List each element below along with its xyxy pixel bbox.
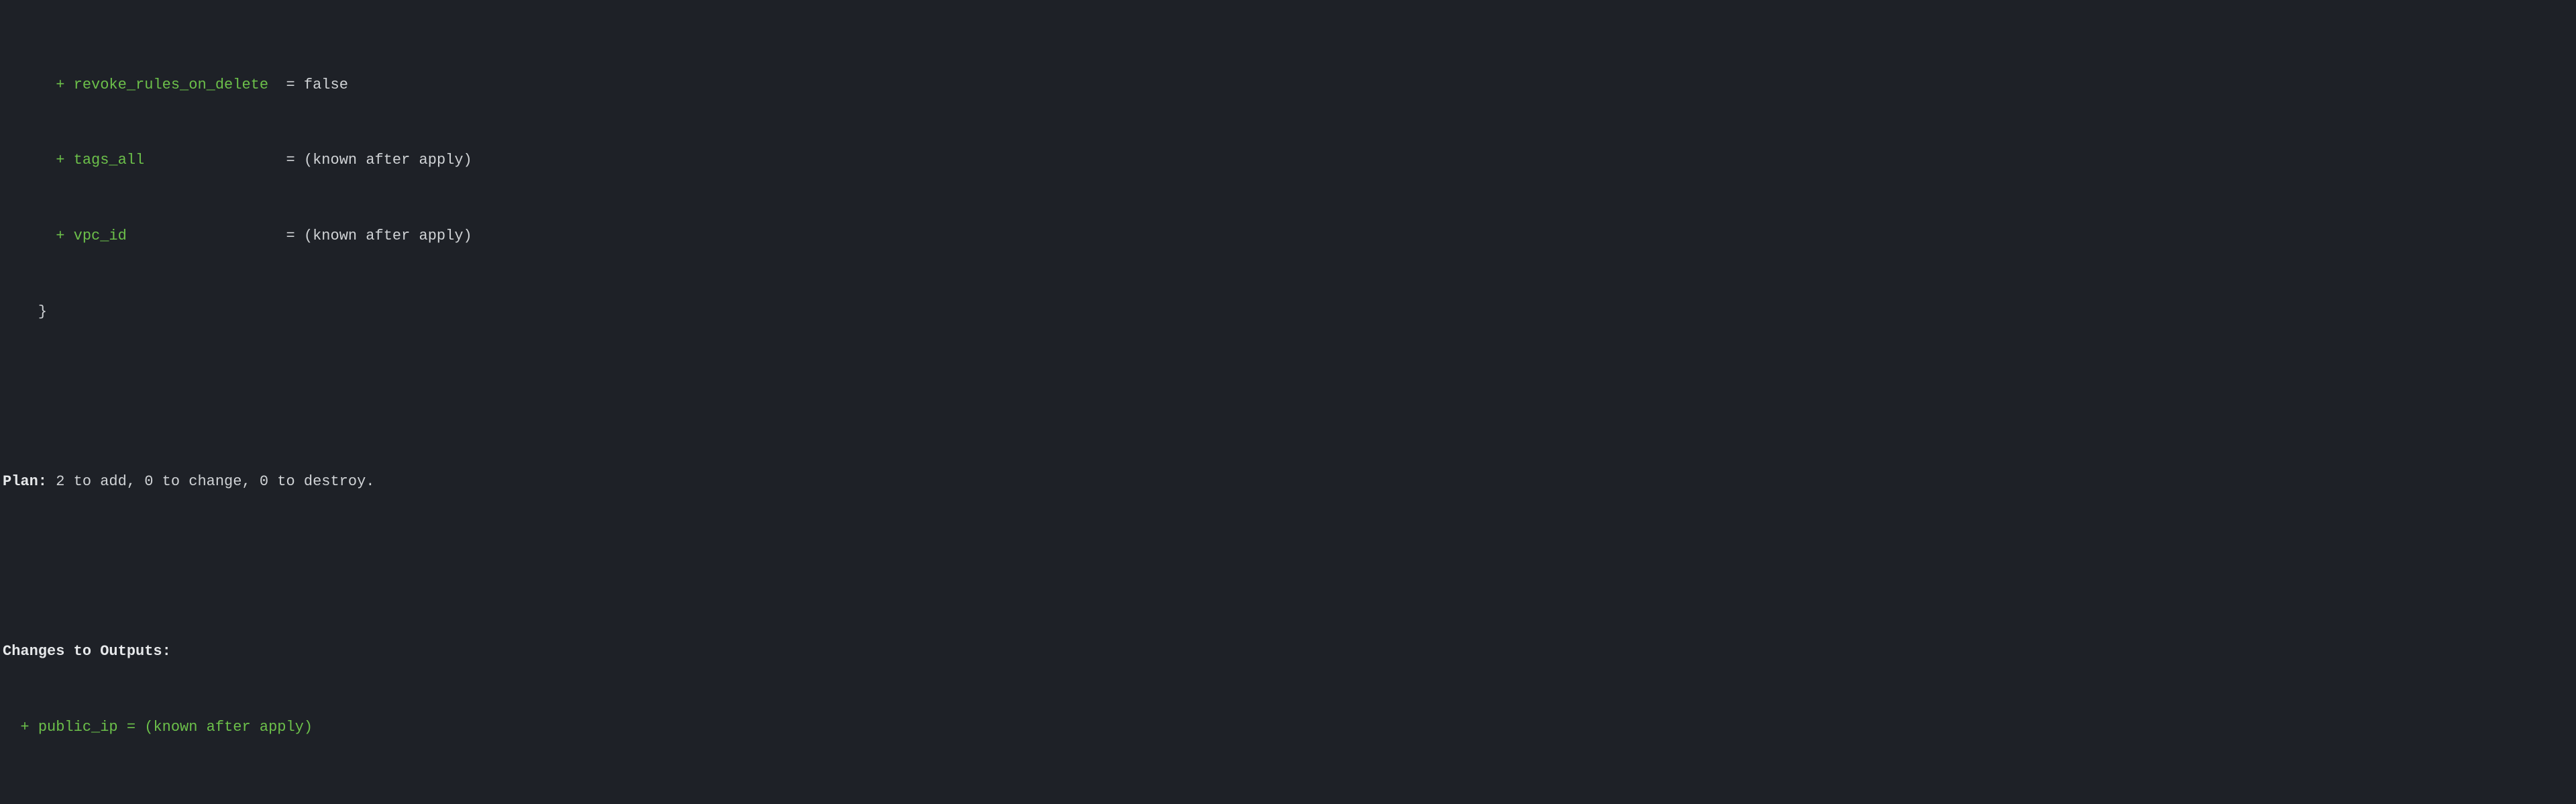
- plan-attr-line: + revoke_rules_on_delete = false: [3, 76, 2573, 95]
- attr-value: false: [304, 77, 348, 93]
- attr-name: revoke_rules_on_delete: [74, 77, 268, 93]
- plus-icon: +: [56, 152, 64, 168]
- plus-icon: +: [56, 228, 64, 244]
- attr-name: tags_all: [74, 152, 145, 168]
- plan-attr-line: + vpc_id = (known after apply): [3, 227, 2573, 246]
- attr-value: (known after apply): [304, 228, 472, 244]
- plus-icon: +: [56, 77, 64, 93]
- plan-attr-line: + tags_all = (known after apply): [3, 151, 2573, 170]
- attr-value: (known after apply): [304, 152, 472, 168]
- blank-line: [3, 378, 2573, 397]
- plan-summary: Plan: 2 to add, 0 to change, 0 to destro…: [3, 472, 2573, 491]
- changes-to-outputs-label: Changes to Outputs:: [3, 642, 2573, 661]
- plan-label: Plan:: [3, 473, 47, 490]
- attr-name: vpc_id: [74, 228, 127, 244]
- plus-icon: +: [20, 719, 29, 736]
- blank-line: [3, 548, 2573, 567]
- output-plan-line: + public_ip = (known after apply): [3, 718, 2573, 737]
- block-close: }: [3, 303, 2573, 321]
- terminal-output[interactable]: + revoke_rules_on_delete = false + tags_…: [0, 0, 2576, 804]
